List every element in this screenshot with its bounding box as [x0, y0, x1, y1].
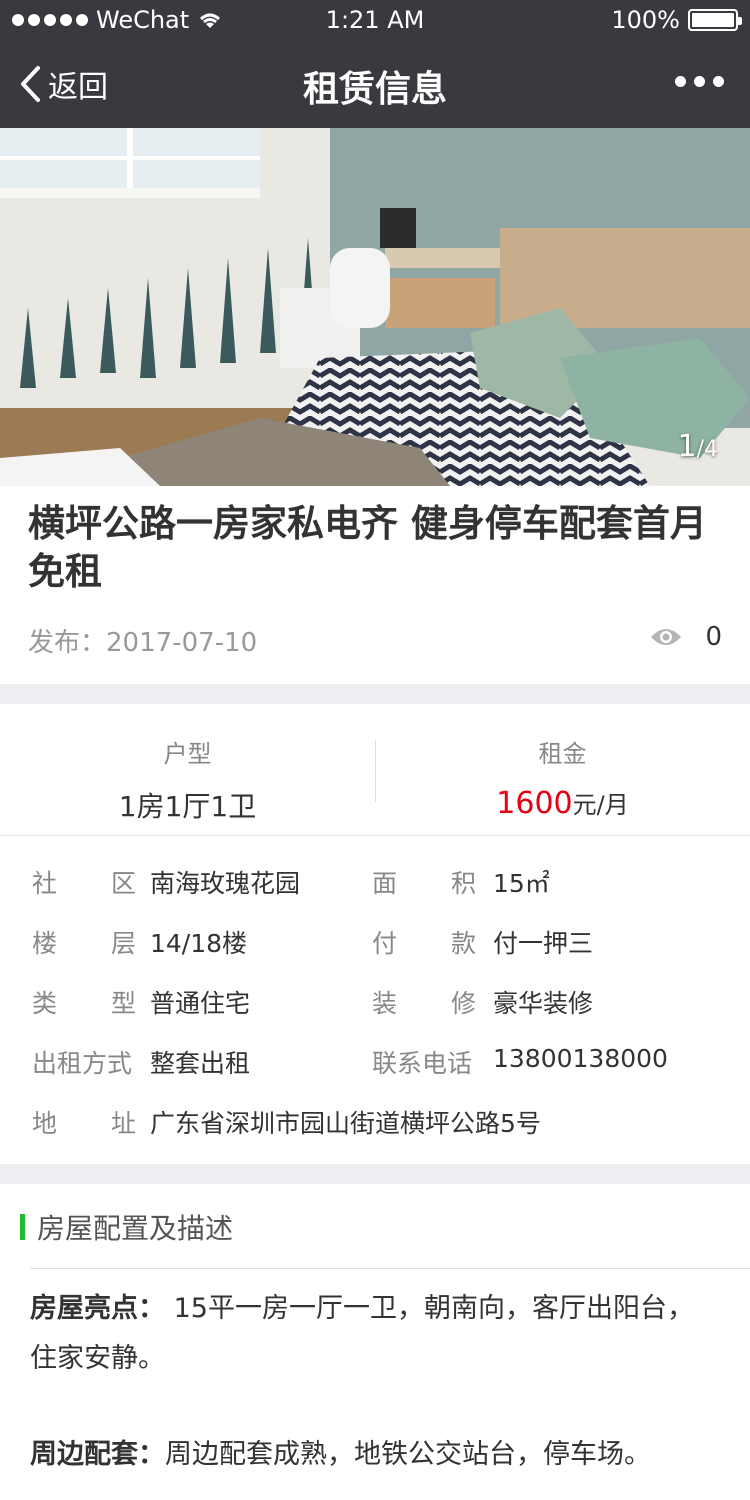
detail-label: 地址: [32, 1109, 136, 1138]
divider: [30, 1268, 750, 1269]
layout-value: 1房1厅1卫: [118, 790, 257, 823]
listing-meta: 发布：2017-07-10 0: [28, 622, 722, 662]
rent-unit: 元/月: [572, 791, 629, 819]
battery-icon: [688, 9, 742, 31]
layout-label: 户型: [163, 740, 212, 768]
detail-value-type: 普通住宅: [150, 989, 251, 1018]
rent-summary: 租金 1600元/月: [375, 704, 750, 821]
detail-row: 出租方式 整套出租 联系电话 13800138000: [32, 1040, 722, 1080]
detail-value-area: 15㎡: [493, 869, 550, 898]
detail-label: 联系电话: [372, 1049, 473, 1078]
detail-value-floor: 14/18楼: [150, 929, 248, 958]
detail-label: 面积: [372, 869, 476, 898]
view-count: 0: [649, 622, 722, 652]
detail-value-community: 南海玫瑰花园: [150, 869, 301, 898]
published-date: 2017-07-10: [106, 628, 258, 658]
detail-row: 社区 南海玫瑰花园 面积 15㎡: [32, 860, 722, 900]
section-title: 房屋配置及描述: [37, 1212, 234, 1245]
listing-title: 横坪公路一房家私电齐 健身停车配套首月免租: [28, 502, 707, 593]
highlight-paragraph: 房屋亮点： 15平一房一厅一卫，朝南向，客厅出阳台，住家安静。: [30, 1284, 720, 1384]
published-label: 发布：: [28, 628, 107, 658]
summary-panel: 户型 1房1厅1卫 租金 1600元/月: [0, 704, 750, 836]
eye-icon: [651, 629, 682, 645]
section-gap: [0, 684, 750, 704]
detail-value-rental-mode: 整套出租: [150, 1049, 251, 1078]
nearby-paragraph: 周边配套：周边配套成熟，地铁公交站台，停车场。: [30, 1430, 720, 1480]
nearby-text: 周边配套成熟，地铁公交站台，停车场。: [165, 1439, 651, 1470]
rent-label: 租金: [538, 740, 587, 768]
more-menu-button[interactable]: [675, 76, 724, 87]
page-title: 租赁信息: [302, 69, 447, 110]
detail-row: 楼层 14/18楼 付款 付一押三: [32, 920, 722, 960]
detail-label: 出租方式: [32, 1049, 133, 1078]
layout-summary: 户型 1房1厅1卫: [0, 704, 375, 825]
detail-value-decoration: 豪华装修: [493, 989, 594, 1018]
nav-bar: 返回 租赁信息: [0, 40, 750, 128]
rent-price: 1600元/月: [375, 785, 750, 821]
rent-value: 1600: [496, 786, 573, 821]
detail-label: 类型: [32, 989, 136, 1018]
detail-label: 社区: [32, 869, 136, 898]
section-gap: [0, 1164, 750, 1184]
section-accent-bar: [20, 1214, 25, 1240]
detail-label: 付款: [372, 929, 476, 958]
detail-label: 楼层: [32, 929, 136, 958]
detail-value-address: 广东省深圳市园山街道横坪公路5号: [150, 1109, 541, 1138]
detail-label: 装修: [372, 989, 476, 1018]
highlight-label: 房屋亮点：: [30, 1293, 165, 1324]
section-header: 房屋配置及描述: [20, 1207, 233, 1247]
page-total: /4: [696, 437, 718, 462]
detail-row: 地址 广东省深圳市园山街道横坪公路5号: [32, 1100, 722, 1140]
view-count-value: 0: [705, 622, 722, 652]
more-icon: [675, 76, 686, 87]
battery-percent: 100%: [611, 6, 680, 34]
status-bar: WeChat 1:21 AM 100%: [0, 0, 750, 40]
page-current: 1: [677, 429, 697, 464]
room-photo: [0, 128, 750, 486]
page-indicator: 1/4: [677, 429, 718, 464]
photo-carousel[interactable]: 1/4: [0, 128, 750, 486]
detail-row: 类型 普通住宅 装修 豪华装修: [32, 980, 722, 1020]
nearby-label: 周边配套：: [30, 1439, 165, 1470]
detail-value-payment: 付一押三: [493, 929, 594, 958]
status-right: 100%: [611, 6, 742, 34]
detail-value-phone[interactable]: 13800138000: [493, 1044, 668, 1073]
